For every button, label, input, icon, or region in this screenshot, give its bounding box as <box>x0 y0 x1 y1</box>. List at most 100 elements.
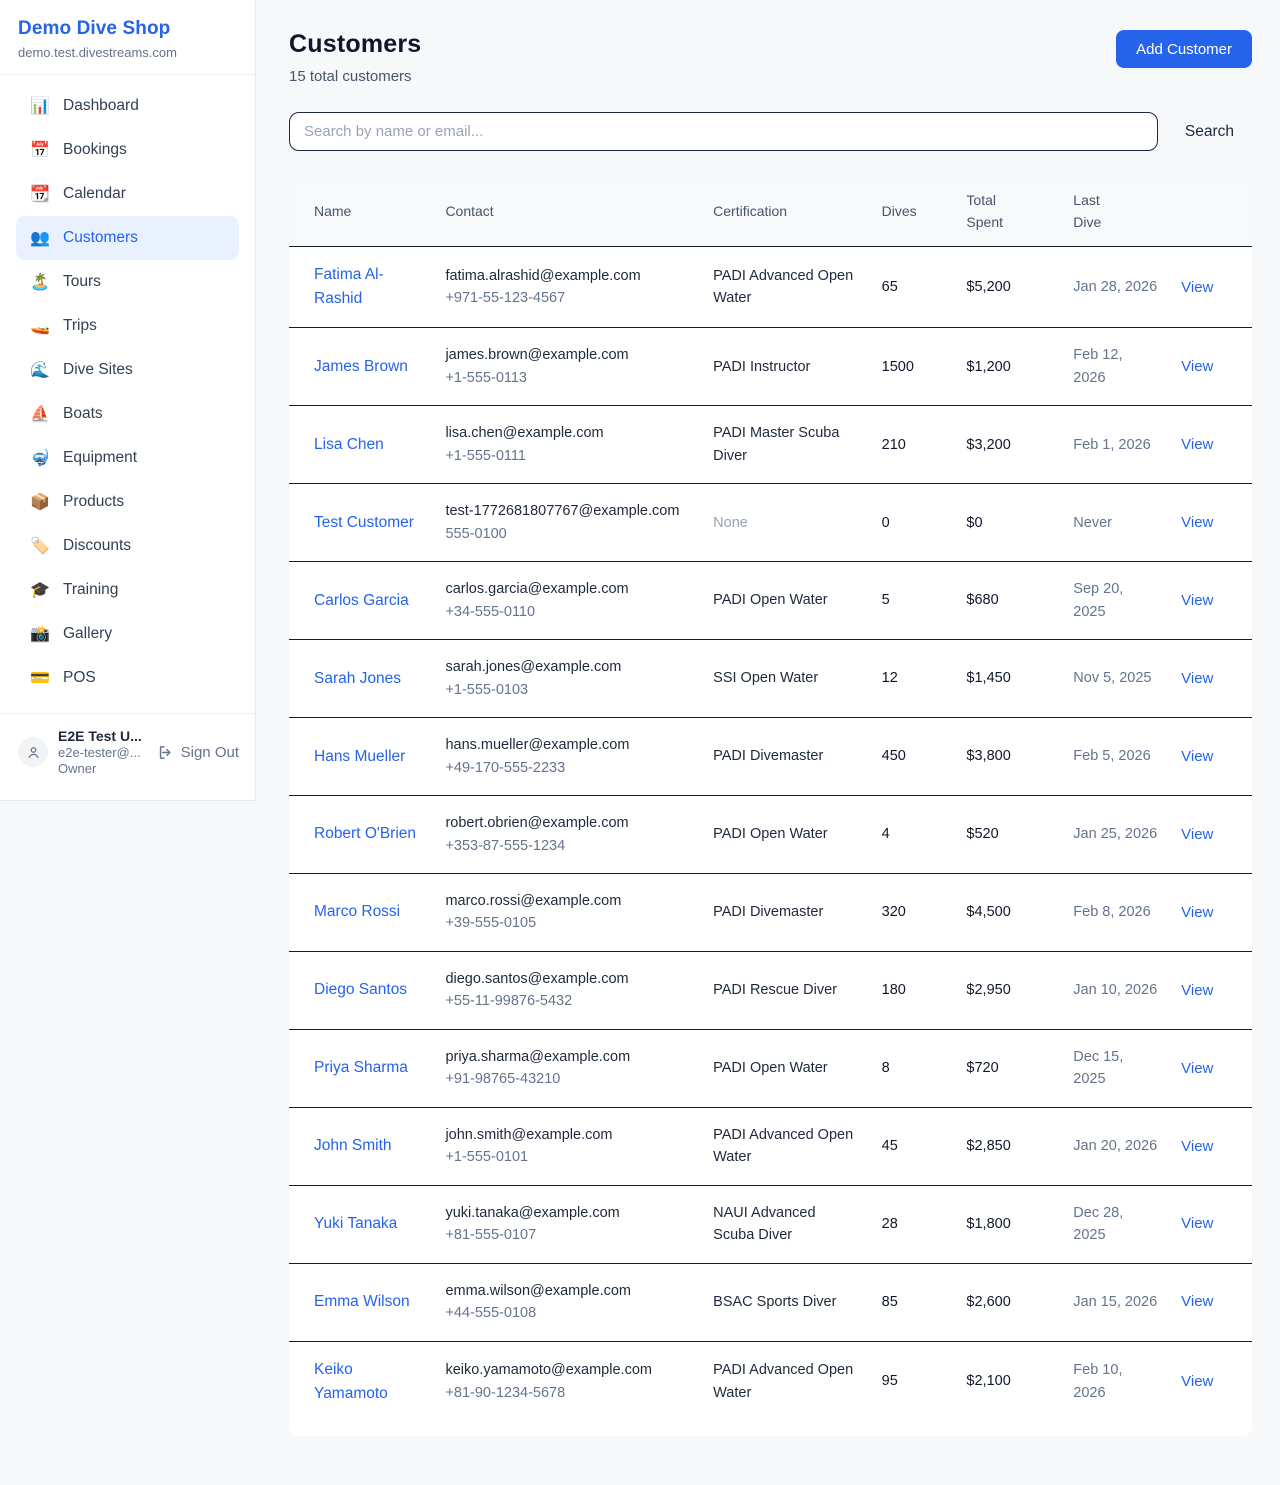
customer-email: priya.sharma@example.com <box>445 1046 689 1068</box>
view-customer-link[interactable]: View <box>1181 748 1213 765</box>
customer-certification: PADI Divemaster <box>701 873 870 951</box>
customer-total-spent: $3,800 <box>954 718 1061 796</box>
search-button[interactable]: Search <box>1185 123 1234 141</box>
customer-total-spent: $1,200 <box>954 328 1061 406</box>
customer-last-dive: Feb 10, 2026 <box>1061 1341 1169 1436</box>
customer-name-link[interactable]: John Smith <box>314 1137 392 1154</box>
column-header-total-spent: Total Spent <box>954 177 1061 247</box>
bar-chart-icon: 📊 <box>30 96 50 116</box>
user-info: E2E Test U... e2e-tester@... Owner <box>58 728 147 776</box>
customer-phone: +44-555-0108 <box>445 1302 689 1324</box>
sidebar-item-bookings[interactable]: 📅 Bookings <box>16 128 239 172</box>
page-heading-block: Customers 15 total customers <box>289 30 421 85</box>
view-customer-link[interactable]: View <box>1181 514 1213 531</box>
customer-phone: +55-11-99876-5432 <box>445 990 689 1012</box>
table-row: Carlos Garcia carlos.garcia@example.com … <box>289 562 1252 640</box>
sidebar-item-boats[interactable]: ⛵ Boats <box>16 392 239 436</box>
calendar-icon: 📅 <box>30 140 50 160</box>
sailboat-icon: ⛵ <box>30 404 50 424</box>
customer-email: marco.rossi@example.com <box>445 890 689 912</box>
sidebar-item-dive-sites[interactable]: 🌊 Dive Sites <box>16 348 239 392</box>
customer-total-spent: $2,850 <box>954 1107 1061 1185</box>
customer-certification: PADI Open Water <box>701 562 870 640</box>
customer-dives: 450 <box>870 718 955 796</box>
customer-email: james.brown@example.com <box>445 344 689 366</box>
customer-name-link[interactable]: Keiko Yamamoto <box>314 1361 388 1402</box>
page-title: Customers <box>289 30 421 59</box>
customer-phone: +353-87-555-1234 <box>445 835 689 857</box>
sign-out-button[interactable]: Sign Out <box>157 744 239 761</box>
package-icon: 📦 <box>30 492 50 512</box>
customer-total-spent: $2,600 <box>954 1263 1061 1341</box>
table-row: Keiko Yamamoto keiko.yamamoto@example.co… <box>289 1341 1252 1436</box>
sidebar-item-trips[interactable]: 🚤 Trips <box>16 304 239 348</box>
sidebar-item-dashboard[interactable]: 📊 Dashboard <box>16 84 239 128</box>
customer-name-link[interactable]: Robert O'Brien <box>314 825 416 842</box>
customer-dives: 95 <box>870 1341 955 1436</box>
sidebar-item-training[interactable]: 🎓 Training <box>16 568 239 612</box>
sidebar-item-equipment[interactable]: 🤿 Equipment <box>16 436 239 480</box>
people-icon: 👥 <box>30 228 50 248</box>
customer-email: diego.santos@example.com <box>445 968 689 990</box>
customer-last-dive: Nov 5, 2025 <box>1061 640 1169 718</box>
view-customer-link[interactable]: View <box>1181 1138 1213 1155</box>
customer-name-link[interactable]: Sarah Jones <box>314 670 401 687</box>
customer-dives: 85 <box>870 1263 955 1341</box>
customer-total-spent: $1,800 <box>954 1185 1061 1263</box>
table-row: James Brown james.brown@example.com +1-5… <box>289 328 1252 406</box>
view-customer-link[interactable]: View <box>1181 436 1213 453</box>
customer-phone: +1-555-0113 <box>445 367 689 389</box>
customer-name-link[interactable]: Marco Rossi <box>314 903 400 920</box>
customer-email: robert.obrien@example.com <box>445 812 689 834</box>
sidebar-item-products[interactable]: 📦 Products <box>16 480 239 524</box>
table-row: Diego Santos diego.santos@example.com +5… <box>289 951 1252 1029</box>
customers-table-card: NameContactCertificationDivesTotal Spent… <box>289 177 1252 1436</box>
customer-last-dive: Feb 5, 2026 <box>1061 718 1169 796</box>
sidebar-item-customers[interactable]: 👥 Customers <box>16 216 239 260</box>
sign-out-label: Sign Out <box>181 744 239 761</box>
camera-icon: 📸 <box>30 624 50 644</box>
add-customer-button[interactable]: Add Customer <box>1116 30 1252 68</box>
column-header-last-dive: Last Dive <box>1061 177 1169 247</box>
customer-name-link[interactable]: James Brown <box>314 358 408 375</box>
view-customer-link[interactable]: View <box>1181 358 1213 375</box>
view-customer-link[interactable]: View <box>1181 904 1213 921</box>
customer-email: sarah.jones@example.com <box>445 656 689 678</box>
sidebar-footer: E2E Test U... e2e-tester@... Owner Sign … <box>0 713 255 800</box>
view-customer-link[interactable]: View <box>1181 670 1213 687</box>
customer-name-link[interactable]: Carlos Garcia <box>314 592 409 609</box>
view-customer-link[interactable]: View <box>1181 1373 1213 1390</box>
view-customer-link[interactable]: View <box>1181 826 1213 843</box>
view-customer-link[interactable]: View <box>1181 1293 1213 1310</box>
sidebar-nav: 📊 Dashboard 📅 Bookings 📆 Calendar 👥 Cust… <box>0 75 255 713</box>
search-row: Search <box>289 112 1252 151</box>
table-row: Priya Sharma priya.sharma@example.com +9… <box>289 1029 1252 1107</box>
customer-certification: PADI Instructor <box>701 328 870 406</box>
sidebar-item-pos[interactable]: 💳 POS <box>16 656 239 700</box>
view-customer-link[interactable]: View <box>1181 592 1213 609</box>
sidebar-item-gallery[interactable]: 📸 Gallery <box>16 612 239 656</box>
sidebar-item-discounts[interactable]: 🏷️ Discounts <box>16 524 239 568</box>
customer-name-link[interactable]: Emma Wilson <box>314 1293 410 1310</box>
table-row: Lisa Chen lisa.chen@example.com +1-555-0… <box>289 406 1252 484</box>
customer-name-link[interactable]: Priya Sharma <box>314 1059 408 1076</box>
customer-last-dive: Feb 8, 2026 <box>1061 873 1169 951</box>
view-customer-link[interactable]: View <box>1181 279 1213 296</box>
customer-last-dive: Jan 15, 2026 <box>1061 1263 1169 1341</box>
view-customer-link[interactable]: View <box>1181 982 1213 999</box>
sidebar-item-calendar[interactable]: 📆 Calendar <box>16 172 239 216</box>
customer-name-link[interactable]: Hans Mueller <box>314 748 405 765</box>
customer-name-link[interactable]: Diego Santos <box>314 981 407 998</box>
search-input[interactable] <box>289 112 1158 151</box>
customer-name-link[interactable]: Fatima Al-Rashid <box>314 266 384 307</box>
sidebar-item-tours[interactable]: 🏝️ Tours <box>16 260 239 304</box>
customer-email: test-1772681807767@example.com <box>445 500 689 522</box>
customer-name-link[interactable]: Yuki Tanaka <box>314 1215 397 1232</box>
customer-last-dive: Jan 10, 2026 <box>1061 951 1169 1029</box>
view-customer-link[interactable]: View <box>1181 1060 1213 1077</box>
diving-mask-icon: 🤿 <box>30 448 50 468</box>
view-customer-link[interactable]: View <box>1181 1215 1213 1232</box>
customer-name-link[interactable]: Lisa Chen <box>314 436 384 453</box>
customer-name-link[interactable]: Test Customer <box>314 514 414 531</box>
table-row: Sarah Jones sarah.jones@example.com +1-5… <box>289 640 1252 718</box>
